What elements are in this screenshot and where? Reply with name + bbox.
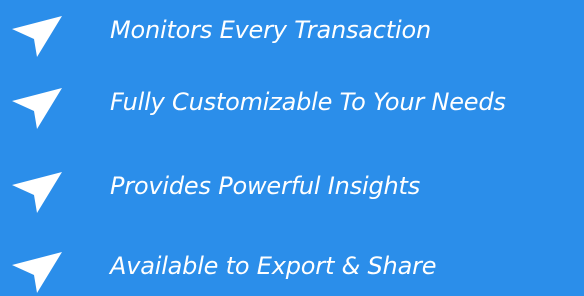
feature-label: Available to Export & Share bbox=[110, 252, 437, 280]
feature-list: Monitors Every Transaction Fully Customi… bbox=[0, 0, 584, 293]
feature-item: Fully Customizable To Your Needs bbox=[0, 76, 584, 132]
feature-item: Monitors Every Transaction bbox=[0, 4, 584, 60]
send-arrow-icon bbox=[10, 84, 66, 132]
feature-label: Monitors Every Transaction bbox=[110, 16, 431, 44]
feature-label: Fully Customizable To Your Needs bbox=[110, 88, 506, 116]
feature-label: Provides Powerful Insights bbox=[110, 172, 421, 200]
send-arrow-icon bbox=[10, 248, 66, 296]
send-arrow-icon bbox=[10, 168, 66, 216]
feature-item: Provides Powerful Insights bbox=[0, 160, 584, 216]
send-arrow-icon bbox=[10, 12, 66, 60]
feature-item: Available to Export & Share bbox=[0, 240, 584, 296]
